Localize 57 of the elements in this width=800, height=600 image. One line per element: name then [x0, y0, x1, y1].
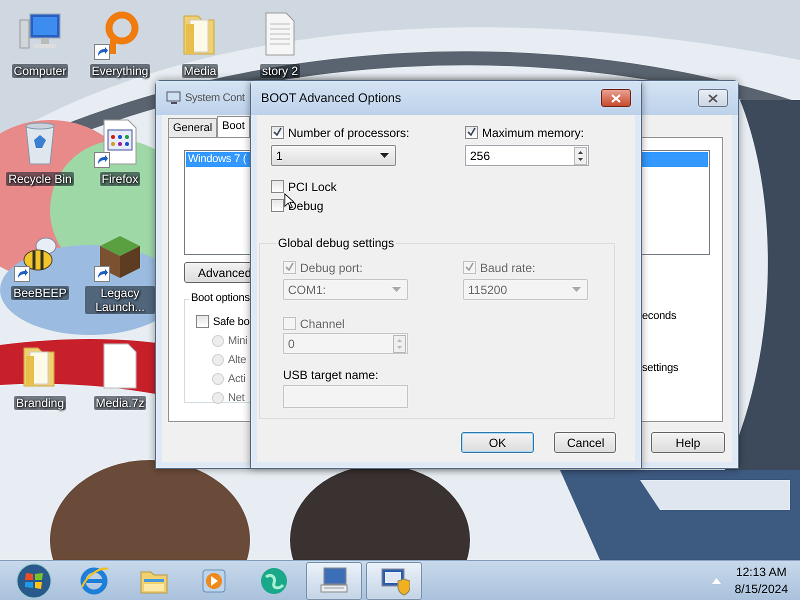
desktop-icon-label[interactable]: BeeBEEP: [11, 286, 69, 300]
desktop-icon-label[interactable]: Legacy Launch...: [85, 286, 155, 314]
timeout-text: econds: [642, 310, 678, 322]
dialog-button[interactable]: OK: [461, 432, 534, 453]
start-orb-icon[interactable]: [16, 562, 52, 598]
radio-label: Alte: [228, 354, 246, 366]
checkbox-label: Number of processors:: [288, 126, 410, 140]
checkbox[interactable]: [196, 315, 209, 328]
radio-label: Net: [228, 392, 245, 404]
memory-field[interactable]: 256: [465, 145, 589, 166]
clock-time: 12:13 AM: [736, 564, 787, 580]
desktop-icon-label[interactable]: Computer: [12, 64, 68, 78]
desktop-icon-label[interactable]: Firefox: [100, 172, 140, 186]
field-label: USB target name:: [283, 368, 380, 382]
clock-date: 8/15/2024: [734, 580, 788, 598]
desktop-icon-label[interactable]: Branding: [14, 396, 66, 410]
checkbox-label: PCI Lock: [288, 180, 337, 194]
checkbox-label: Baud rate:: [480, 260, 536, 274]
browser-icon[interactable]: [78, 564, 110, 596]
clock[interactable]: 12:13 AM 8/15/2024: [734, 564, 794, 598]
radio-label: Mini: [228, 334, 248, 346]
desktop-icon-label[interactable]: Everything: [90, 64, 150, 78]
desktop-icon-label[interactable]: story 2: [260, 64, 300, 78]
checkbox[interactable]: [271, 126, 284, 139]
checkbox[interactable]: [465, 126, 478, 139]
taskbar-button[interactable]: [366, 562, 422, 600]
close-icon: [708, 94, 718, 102]
group-title: Global debug settings: [276, 236, 396, 250]
dialog-button[interactable]: Cancel: [554, 432, 616, 453]
spin-arrows-icon[interactable]: [574, 146, 587, 164]
window-title: BOOT Advanced Options: [261, 91, 402, 105]
settings-text: settings: [642, 362, 680, 374]
processors-dropdown[interactable]: 1: [271, 145, 396, 166]
taskbar-button[interactable]: [306, 562, 362, 600]
window-title: System Cont: [185, 92, 245, 104]
group-title: Boot options: [189, 292, 252, 304]
checkbox-label: Channel: [300, 316, 345, 330]
checkbox[interactable]: [271, 180, 284, 193]
close-icon: [611, 94, 621, 102]
tray-arrow-icon[interactable]: [712, 578, 721, 584]
desktop-icon-label[interactable]: Media: [182, 64, 218, 78]
close-button[interactable]: [601, 89, 631, 107]
tab[interactable]: General: [168, 118, 218, 137]
monitor-icon: [166, 91, 182, 105]
checkbox[interactable]: [271, 199, 284, 212]
checkbox-label: Safe bo: [213, 316, 250, 328]
caret-icon: [392, 287, 401, 292]
checkbox-label: Maximum memory:: [482, 126, 584, 140]
tab[interactable]: Boot: [217, 116, 250, 137]
close-button[interactable]: [698, 89, 728, 107]
radio-label: Acti: [228, 372, 246, 384]
help-button[interactable]: Help: [651, 432, 725, 453]
caret-icon: [380, 153, 389, 158]
desktop-icon-label[interactable]: Media.7z: [94, 396, 146, 410]
desktop-icon-label[interactable]: Recycle Bin: [6, 172, 74, 186]
caret-icon: [572, 287, 581, 292]
checkbox-label: Debug port:: [300, 260, 363, 274]
